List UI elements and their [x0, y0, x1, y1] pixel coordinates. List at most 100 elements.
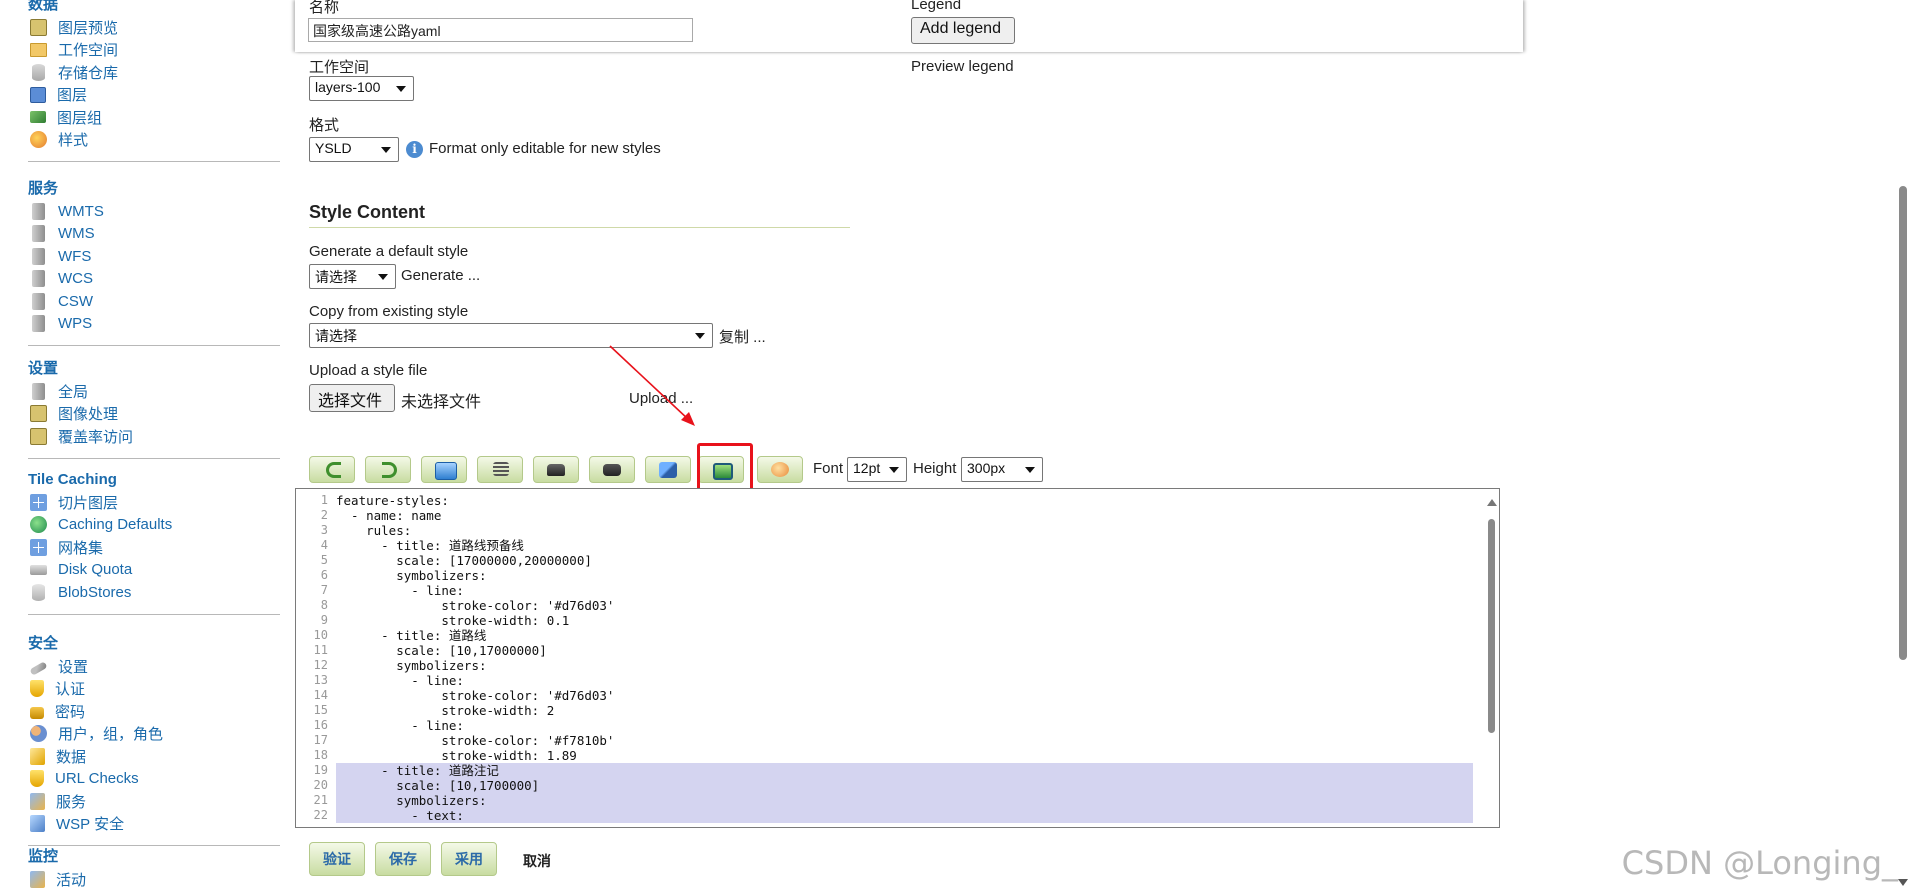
sidebar-item[interactable]: WMS	[28, 223, 280, 246]
code-line[interactable]: 19 - title: 道路注记	[314, 763, 1473, 778]
code-line[interactable]: 11 scale: [10,17000000]	[314, 643, 1473, 658]
code-line[interactable]: 4 - title: 道路线预备线	[321, 538, 1473, 553]
code-line[interactable]: 13 - line:	[314, 673, 1473, 688]
auto-format-button[interactable]	[477, 456, 523, 483]
sidebar-item[interactable]: Caching Defaults	[28, 514, 280, 537]
page-scroll-thumb[interactable]	[1899, 186, 1907, 660]
sidebar-item[interactable]: 网格集	[28, 536, 280, 559]
server-icon	[32, 202, 45, 220]
code-line[interactable]: 18 stroke-width: 1.89	[314, 748, 1473, 763]
add-legend-button[interactable]: Add legend	[911, 17, 1015, 44]
code-line[interactable]: 20 scale: [10,1700000]	[314, 778, 1473, 793]
sidebar-item[interactable]: 切片图层	[28, 491, 280, 514]
sidebar-item[interactable]: BlobStores	[28, 581, 280, 604]
sidebar-item[interactable]: 存储仓库	[28, 61, 280, 84]
sidebar-item[interactable]: 数据	[28, 745, 280, 768]
sidebar-item[interactable]: 全局	[28, 380, 280, 403]
choose-file-button[interactable]: 选择文件	[309, 384, 395, 412]
sidebar-item[interactable]: WCS	[28, 268, 280, 291]
nav-divider	[28, 613, 280, 615]
palette-icon	[771, 462, 789, 477]
replace-button[interactable]	[589, 456, 635, 483]
code-line[interactable]: 15 stroke-width: 2	[314, 703, 1473, 718]
scroll-down-arrow-icon[interactable]	[1898, 879, 1908, 886]
code-line[interactable]: 8 stroke-color: '#d76d03'	[321, 598, 1473, 613]
undo-icon	[326, 462, 341, 478]
code-line[interactable]: 10 - title: 道路线	[314, 628, 1473, 643]
sidebar-item[interactable]: CSW	[28, 290, 280, 313]
undo-button[interactable]	[309, 456, 355, 483]
sidebar-item[interactable]: 工作空间	[28, 39, 280, 62]
height-select[interactable]: 300px	[961, 457, 1043, 482]
sidebar-item[interactable]: WFS	[28, 245, 280, 268]
sidebar-item[interactable]: 设置	[28, 655, 280, 678]
insert-image-button[interactable]	[421, 456, 467, 483]
code-line[interactable]: 6 symbolizers:	[321, 568, 1473, 583]
sidebar-item[interactable]: 图层预览	[28, 16, 280, 39]
code-line[interactable]: 17 stroke-color: '#f7810b'	[314, 733, 1473, 748]
editor-scroll-thumb[interactable]	[1488, 519, 1495, 733]
code-line[interactable]: 16 - line:	[314, 718, 1473, 733]
line-number: 1	[320, 493, 328, 507]
editor-scrollbar[interactable]	[1485, 499, 1497, 817]
scroll-up-arrow-icon[interactable]	[1487, 499, 1497, 506]
code-line[interactable]: 21 symbolizers:	[314, 793, 1473, 808]
key-icon	[29, 660, 48, 676]
sidebar-item[interactable]: Disk Quota	[28, 559, 280, 582]
code-text: stroke-color: '#f7810b'	[336, 733, 615, 748]
validate-button[interactable]: 验证	[309, 842, 365, 876]
sidebar-item-label: BlobStores	[58, 583, 132, 601]
copy-link[interactable]: 复制 ...	[719, 326, 766, 347]
preview-legend-link[interactable]: Preview legend	[911, 58, 1014, 75]
code-line[interactable]: 7 - line:	[321, 583, 1473, 598]
code-line[interactable]: 14 stroke-color: '#d76d03'	[314, 688, 1473, 703]
sidebar-item[interactable]: WSP 安全	[28, 813, 280, 836]
code-line[interactable]: 3 rules:	[321, 523, 1473, 538]
find-button[interactable]	[533, 456, 579, 483]
redo-button[interactable]	[365, 456, 411, 483]
watermark: CSDN @Longing_	[1621, 844, 1898, 882]
apply-button[interactable]: 采用	[441, 842, 497, 876]
sidebar-item[interactable]: 图层组	[28, 106, 280, 129]
generate-select-value: 请选择	[315, 269, 357, 285]
sidebar-item[interactable]: 样式	[28, 129, 280, 152]
sidebar-item[interactable]: 覆盖率访问	[28, 425, 280, 448]
code-line[interactable]: 22 - text:	[314, 808, 1473, 823]
line-number: 3	[320, 523, 328, 537]
sidebar-item[interactable]: URL Checks	[28, 768, 280, 791]
color-picker-button[interactable]	[757, 456, 803, 483]
code-lines[interactable]: 1 feature-styles: 2 - name: name 3 rules: 4 …	[314, 493, 1473, 823]
page-scrollbar[interactable]	[1896, 0, 1910, 890]
save-button[interactable]: 保存	[375, 842, 431, 876]
name-input[interactable]: 国家级高速公路yaml	[308, 18, 693, 42]
sidebar-item-label: 工作空间	[58, 42, 119, 60]
format-label: 格式	[309, 117, 340, 134]
generate-link[interactable]: Generate ...	[401, 267, 480, 284]
go-to-line-button[interactable]	[645, 456, 691, 483]
generate-select[interactable]: 请选择	[309, 264, 396, 289]
sidebar-item-label: 网格集	[58, 539, 104, 557]
code-line[interactable]: 5 scale: [17000000,20000000]	[321, 553, 1473, 568]
sidebar-item[interactable]: 密码	[28, 700, 280, 723]
code-editor[interactable]: 1 feature-styles: 2 - name: name 3 rules: 4 …	[295, 488, 1500, 828]
format-select[interactable]: YSLD	[309, 137, 399, 162]
font-size-select[interactable]: 12pt	[847, 457, 907, 482]
code-line[interactable]: 1 feature-styles:	[321, 493, 1473, 508]
cancel-link[interactable]: 取消	[523, 851, 551, 871]
workspace-select[interactable]: layers-100	[309, 76, 414, 101]
sidebar-item[interactable]: 认证	[28, 678, 280, 701]
code-line[interactable]: 2 - name: name	[321, 508, 1473, 523]
code-text: symbolizers:	[336, 658, 487, 673]
sidebar-item[interactable]: WPS	[28, 313, 280, 336]
sidebar-item[interactable]: 服务	[28, 790, 280, 813]
code-line[interactable]: 9 stroke-width: 0.1	[321, 613, 1473, 628]
sidebar-item[interactable]: 用户，组，角色	[28, 723, 280, 746]
sidebar-item[interactable]: 图层	[28, 84, 280, 107]
sidebar-item[interactable]: 活动	[28, 868, 280, 890]
nav-section: 服务 WMTS WMS WFS WCS CSW WPS	[28, 178, 280, 346]
annotation-arrow	[609, 345, 695, 426]
sidebar-item[interactable]: 图像处理	[28, 403, 280, 426]
sidebar-item[interactable]: WMTS	[28, 200, 280, 223]
sidebar-item-label: 密码	[55, 703, 86, 721]
code-line[interactable]: 12 symbolizers:	[314, 658, 1473, 673]
